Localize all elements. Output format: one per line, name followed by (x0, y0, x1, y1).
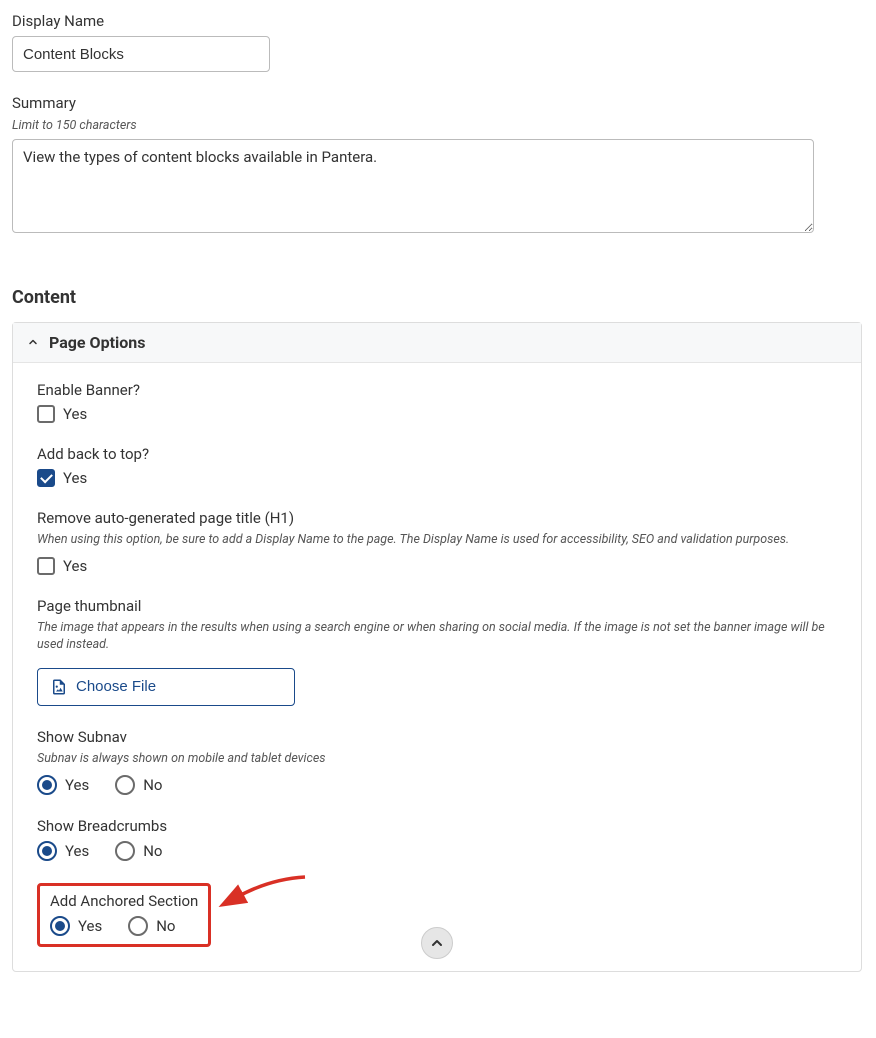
back-to-top-choice-label: Yes (63, 469, 87, 487)
display-name-field: Display Name (12, 12, 864, 72)
choose-file-label: Choose File (76, 678, 156, 695)
summary-hint: Limit to 150 characters (12, 118, 864, 133)
show-subnav-radio-no[interactable] (115, 775, 135, 795)
back-to-top-label: Add back to top? (37, 445, 837, 463)
display-name-label: Display Name (12, 12, 864, 30)
show-subnav-yes-label: Yes (65, 776, 89, 794)
show-breadcrumbs-yes-label: Yes (65, 842, 89, 860)
summary-textarea[interactable] (12, 139, 814, 233)
remove-h1-label: Remove auto-generated page title (H1) (37, 509, 837, 527)
remove-h1-checkbox[interactable] (37, 557, 55, 575)
enable-banner-choice-label: Yes (63, 405, 87, 423)
content-section-title: Content (12, 287, 864, 308)
anchored-section-label: Add Anchored Section (50, 892, 198, 910)
remove-h1-choice-label: Yes (63, 557, 87, 575)
show-breadcrumbs-radio-yes[interactable] (37, 841, 57, 861)
enable-banner-checkbox[interactable] (37, 405, 55, 423)
remove-h1-hint: When using this option, be sure to add a… (37, 531, 837, 549)
page-options-header[interactable]: Page Options (13, 323, 861, 363)
page-thumbnail-hint: The image that appears in the results wh… (37, 619, 837, 654)
summary-field: Summary Limit to 150 characters (12, 94, 864, 237)
remove-h1-option: Remove auto-generated page title (H1) Wh… (37, 509, 837, 575)
chevron-up-icon (27, 333, 39, 352)
show-subnav-hint: Subnav is always shown on mobile and tab… (37, 750, 837, 768)
chevron-up-icon (429, 935, 445, 951)
enable-banner-label: Enable Banner? (37, 381, 837, 399)
annotation-arrow-icon (215, 871, 315, 911)
anchored-section-yes-label: Yes (78, 917, 102, 935)
file-image-icon (50, 678, 68, 696)
show-subnav-option: Show Subnav Subnav is always shown on mo… (37, 728, 837, 796)
anchored-section-radio-yes[interactable] (50, 916, 70, 936)
display-name-input[interactable] (12, 36, 270, 72)
page-options-panel: Page Options Enable Banner? Yes Add back… (12, 322, 862, 972)
show-breadcrumbs-option: Show Breadcrumbs Yes No (37, 817, 837, 861)
show-subnav-no-label: No (143, 776, 162, 794)
anchored-section-radio-no[interactable] (128, 916, 148, 936)
show-subnav-radio-yes[interactable] (37, 775, 57, 795)
enable-banner-option: Enable Banner? Yes (37, 381, 837, 423)
back-to-top-checkbox[interactable] (37, 469, 55, 487)
page-thumbnail-option: Page thumbnail The image that appears in… (37, 597, 837, 706)
choose-file-button[interactable]: Choose File (37, 668, 295, 706)
back-to-top-option: Add back to top? Yes (37, 445, 837, 487)
page-options-title: Page Options (49, 333, 145, 352)
show-breadcrumbs-radio-no[interactable] (115, 841, 135, 861)
show-breadcrumbs-no-label: No (143, 842, 162, 860)
page-thumbnail-label: Page thumbnail (37, 597, 837, 615)
scroll-to-top-button[interactable] (421, 927, 453, 959)
show-breadcrumbs-label: Show Breadcrumbs (37, 817, 837, 835)
anchored-section-highlight: Add Anchored Section Yes No (37, 883, 211, 947)
show-subnav-label: Show Subnav (37, 728, 837, 746)
anchored-section-no-label: No (156, 917, 175, 935)
summary-label: Summary (12, 94, 864, 112)
